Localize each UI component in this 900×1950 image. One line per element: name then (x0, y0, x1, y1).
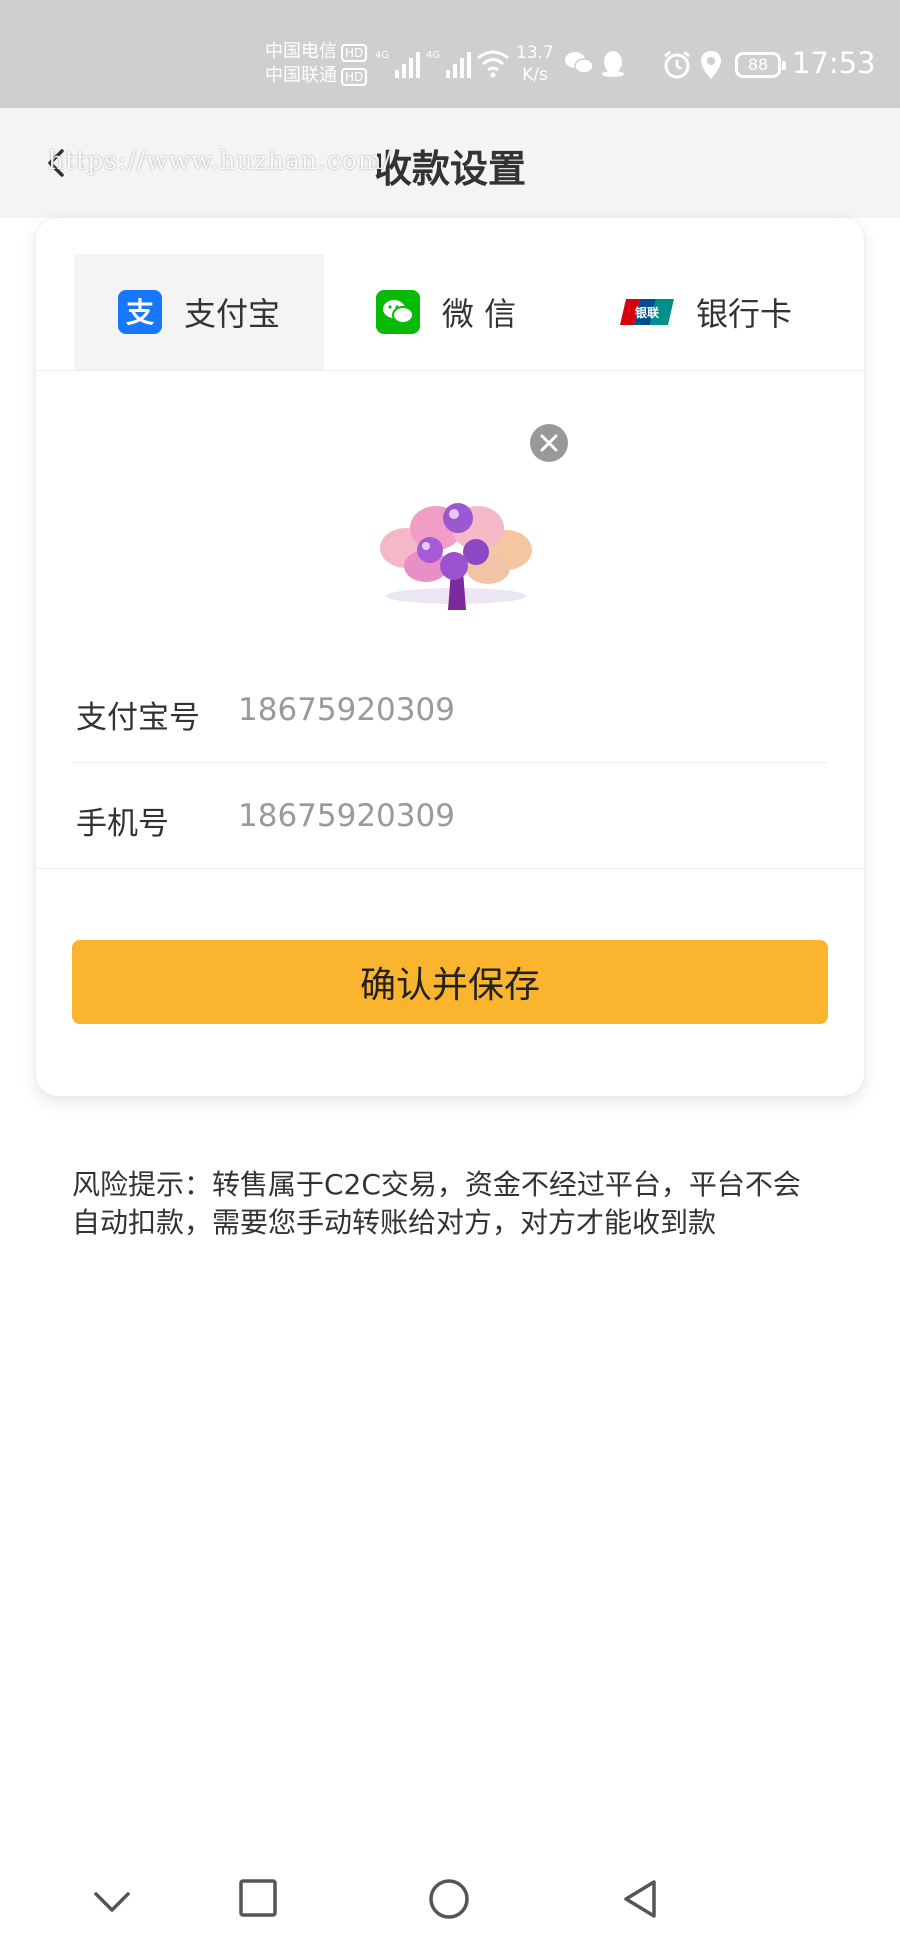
svg-text:4G: 4G (375, 50, 389, 61)
net-speed: 13.7 K/s (516, 42, 554, 86)
chevron-down-icon[interactable] (92, 1890, 132, 1914)
tab-bank-card[interactable]: 银联 银行卡 (576, 254, 836, 370)
phone-field[interactable]: 18675920309 (238, 798, 455, 834)
risk-notice: 风险提示：转售属于C2C交易，资金不经过平台，平台不会 自动扣款，需要您手动转账… (72, 1166, 842, 1242)
payment-method-tabs: 支 支付宝 微 信 银联 银行卡 (36, 254, 864, 370)
carrier-2: 中国联通 (265, 65, 337, 86)
system-navigation-bar (0, 1860, 900, 1950)
alarm-icon (664, 50, 690, 79)
signal-4g-icon: 4G (375, 50, 420, 78)
alipay-icon: 支 (117, 290, 162, 334)
tab-label: 支付宝 (183, 295, 280, 333)
location-icon (701, 51, 721, 79)
triangle-back-icon[interactable] (620, 1878, 660, 1920)
payment-settings-card: 支 支付宝 微 信 银联 银行卡 支付宝号 18675920309 手机号 18… (36, 218, 864, 1096)
circle-icon[interactable] (428, 1878, 470, 1920)
hd-badge-2: HD (341, 68, 368, 86)
tab-wechat[interactable]: 微 信 (336, 254, 556, 370)
status-bar: 中国电信 HD 中国联通 HD 4G 4G 13.7 K/s 88 17:53 (0, 0, 900, 108)
unionpay-icon: 银联 (619, 290, 674, 334)
tab-label: 银行卡 (695, 295, 792, 333)
tab-label: 微 信 (441, 295, 517, 333)
carrier-info: 中国电信 HD 中国联通 HD (265, 40, 368, 88)
clock: 17:53 (792, 46, 876, 80)
money-tree-image[interactable] (366, 488, 546, 618)
net-speed-unit: K/s (522, 65, 548, 85)
wechat-icon (375, 290, 420, 334)
confirm-save-button[interactable]: 确认并保存 (72, 940, 828, 1024)
form-divider (36, 868, 864, 869)
wechat-notification-icon (565, 52, 594, 74)
alipay-account-label: 支付宝号 (76, 700, 200, 736)
close-icon[interactable] (530, 424, 568, 462)
carrier-1: 中国电信 (265, 41, 337, 62)
risk-notice-line2: 自动扣款，需要您手动转账给对方，对方才能收到款 (72, 1206, 717, 1239)
tabs-divider (36, 370, 864, 371)
svg-text:4G: 4G (426, 50, 440, 61)
alipay-account-field[interactable]: 18675920309 (238, 692, 455, 728)
battery-indicator: 88 (735, 52, 786, 78)
wifi-icon (477, 50, 509, 78)
watermark-text: https://www.huzhan.com/ (48, 146, 393, 175)
risk-notice-line1: 风险提示：转售属于C2C交易，资金不经过平台，平台不会 (72, 1168, 801, 1201)
svg-text:银联: 银联 (635, 305, 659, 320)
row-divider (72, 762, 828, 763)
page-header: 收款设置 https://www.huzhan.com/ (0, 108, 900, 218)
hd-badge-1: HD (341, 44, 368, 62)
square-icon[interactable] (238, 1878, 278, 1918)
qq-notification-icon (602, 51, 624, 77)
svg-text:支: 支 (126, 296, 154, 329)
signal-4g-icon-2: 4G (426, 50, 471, 78)
net-speed-value: 13.7 (516, 43, 554, 63)
tab-alipay[interactable]: 支 支付宝 (74, 254, 324, 370)
phone-label: 手机号 (76, 806, 169, 842)
